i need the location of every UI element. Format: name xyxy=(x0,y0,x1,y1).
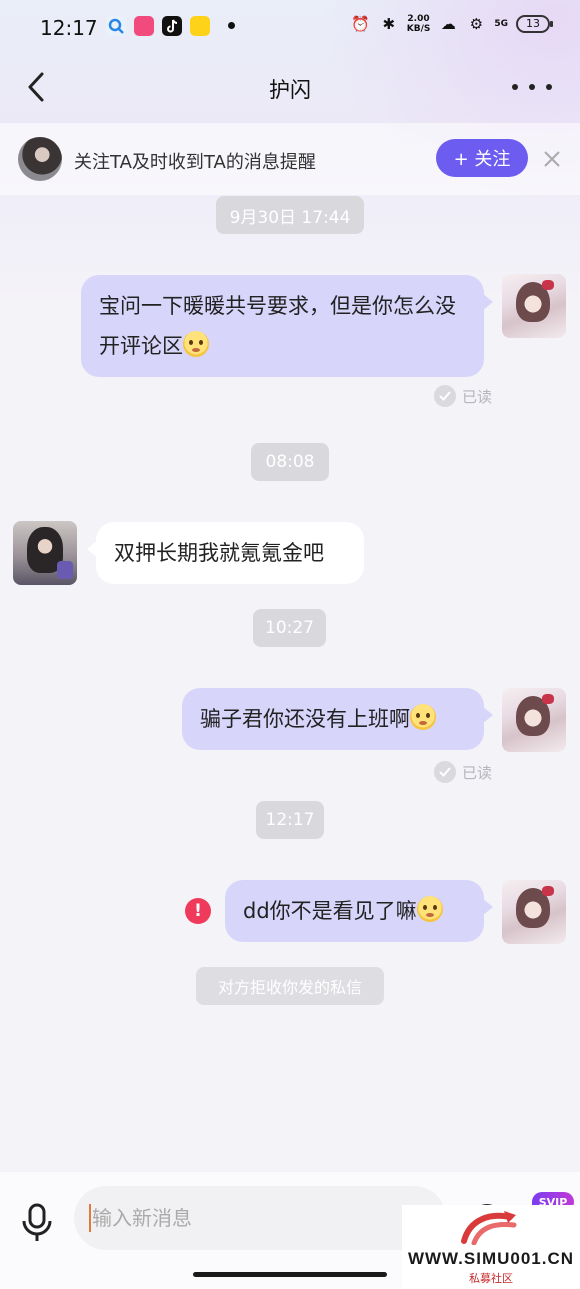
home-indicator[interactable] xyxy=(193,1272,387,1277)
my-avatar[interactable] xyxy=(502,688,566,752)
check-icon xyxy=(434,761,456,783)
outgoing-message[interactable]: 骗子君你还没有上班啊 xyxy=(182,688,493,750)
settings-gear-icon: ⚙ xyxy=(469,15,484,33)
network-type: 5G xyxy=(494,19,508,29)
alarm-icon: ⏰ xyxy=(351,15,371,33)
chat-header: 护闪 xyxy=(0,58,580,118)
system-notice: 对方拒收你发的私信 xyxy=(196,967,384,1005)
food-app-icon xyxy=(190,16,210,36)
message-text: 骗子君你还没有上班啊 xyxy=(200,707,410,731)
follow-button[interactable]: + 关注 xyxy=(436,139,528,177)
close-banner-button[interactable] xyxy=(540,147,564,171)
watermark-url: WWW.SIMU001.CN xyxy=(407,1249,575,1268)
chat-title: 护闪 xyxy=(269,78,311,102)
status-indicators: ⏰ ✱ 2.00 KB/S ☁ ⚙ 5G 13 xyxy=(351,14,553,34)
timestamp: 9月30日 17:44 xyxy=(216,196,364,234)
read-receipt: 已读 xyxy=(434,385,492,407)
watermark-subtitle: 私募社区 xyxy=(469,1272,513,1285)
outgoing-message[interactable]: dd你不是看见了嘛 xyxy=(225,880,493,942)
message-text: 双押长期我就氪氪金吧 xyxy=(114,541,324,565)
timestamp: 10:27 xyxy=(253,609,326,647)
send-failed-icon[interactable]: ! xyxy=(185,898,211,924)
incoming-message[interactable]: 双押长期我就氪氪金吧 xyxy=(87,522,364,584)
read-receipt: 已读 xyxy=(434,761,492,783)
tiktok-app-icon xyxy=(162,16,182,36)
message-text: dd你不是看见了嘛 xyxy=(243,899,417,923)
close-icon xyxy=(544,151,560,167)
thinking-face-emoji-icon xyxy=(410,704,436,730)
site-watermark: WWW.SIMU001.CN 私募社区 xyxy=(402,1205,580,1289)
pleading-face-emoji-icon xyxy=(416,896,443,922)
follow-banner: 关注TA及时收到TA的消息提醒 + 关注 xyxy=(0,123,580,195)
weather-icon: ☁ xyxy=(440,15,456,33)
message-input[interactable] xyxy=(74,1186,446,1250)
my-avatar[interactable] xyxy=(502,880,566,944)
voice-input-button[interactable] xyxy=(18,1202,56,1244)
text-cursor xyxy=(89,1204,91,1232)
outgoing-message[interactable]: 宝问一下暖暖共号要求，但是你怎么没开评论区 xyxy=(81,275,493,377)
check-icon xyxy=(434,385,456,407)
contact-avatar[interactable] xyxy=(18,137,62,181)
bluetooth-icon: ✱ xyxy=(382,15,396,33)
timestamp: 12:17 xyxy=(256,801,324,839)
notification-dot-icon xyxy=(228,22,235,29)
contact-avatar[interactable] xyxy=(13,521,77,585)
logo-icon xyxy=(461,1211,517,1245)
my-avatar[interactable] xyxy=(502,274,566,338)
microphone-icon xyxy=(22,1203,52,1241)
message-text: 宝问一下暖暖共号要求，但是你怎么没开评论区 xyxy=(99,294,456,358)
timestamp: 08:08 xyxy=(251,443,329,481)
follow-prompt-text: 关注TA及时收到TA的消息提醒 xyxy=(74,152,316,173)
status-bar: 12:17 ⏰ ✱ 2.00 KB/S ☁ ⚙ 5G 13 xyxy=(0,0,580,54)
battery-icon: 13 xyxy=(516,15,553,33)
thinking-face-emoji-icon xyxy=(183,331,209,357)
video-app-icon xyxy=(134,16,154,36)
net-speed: 2.00 KB/S xyxy=(406,14,431,34)
search-app-icon xyxy=(106,16,126,36)
more-options-button[interactable] xyxy=(512,76,552,98)
status-time: 12:17 xyxy=(40,16,98,40)
